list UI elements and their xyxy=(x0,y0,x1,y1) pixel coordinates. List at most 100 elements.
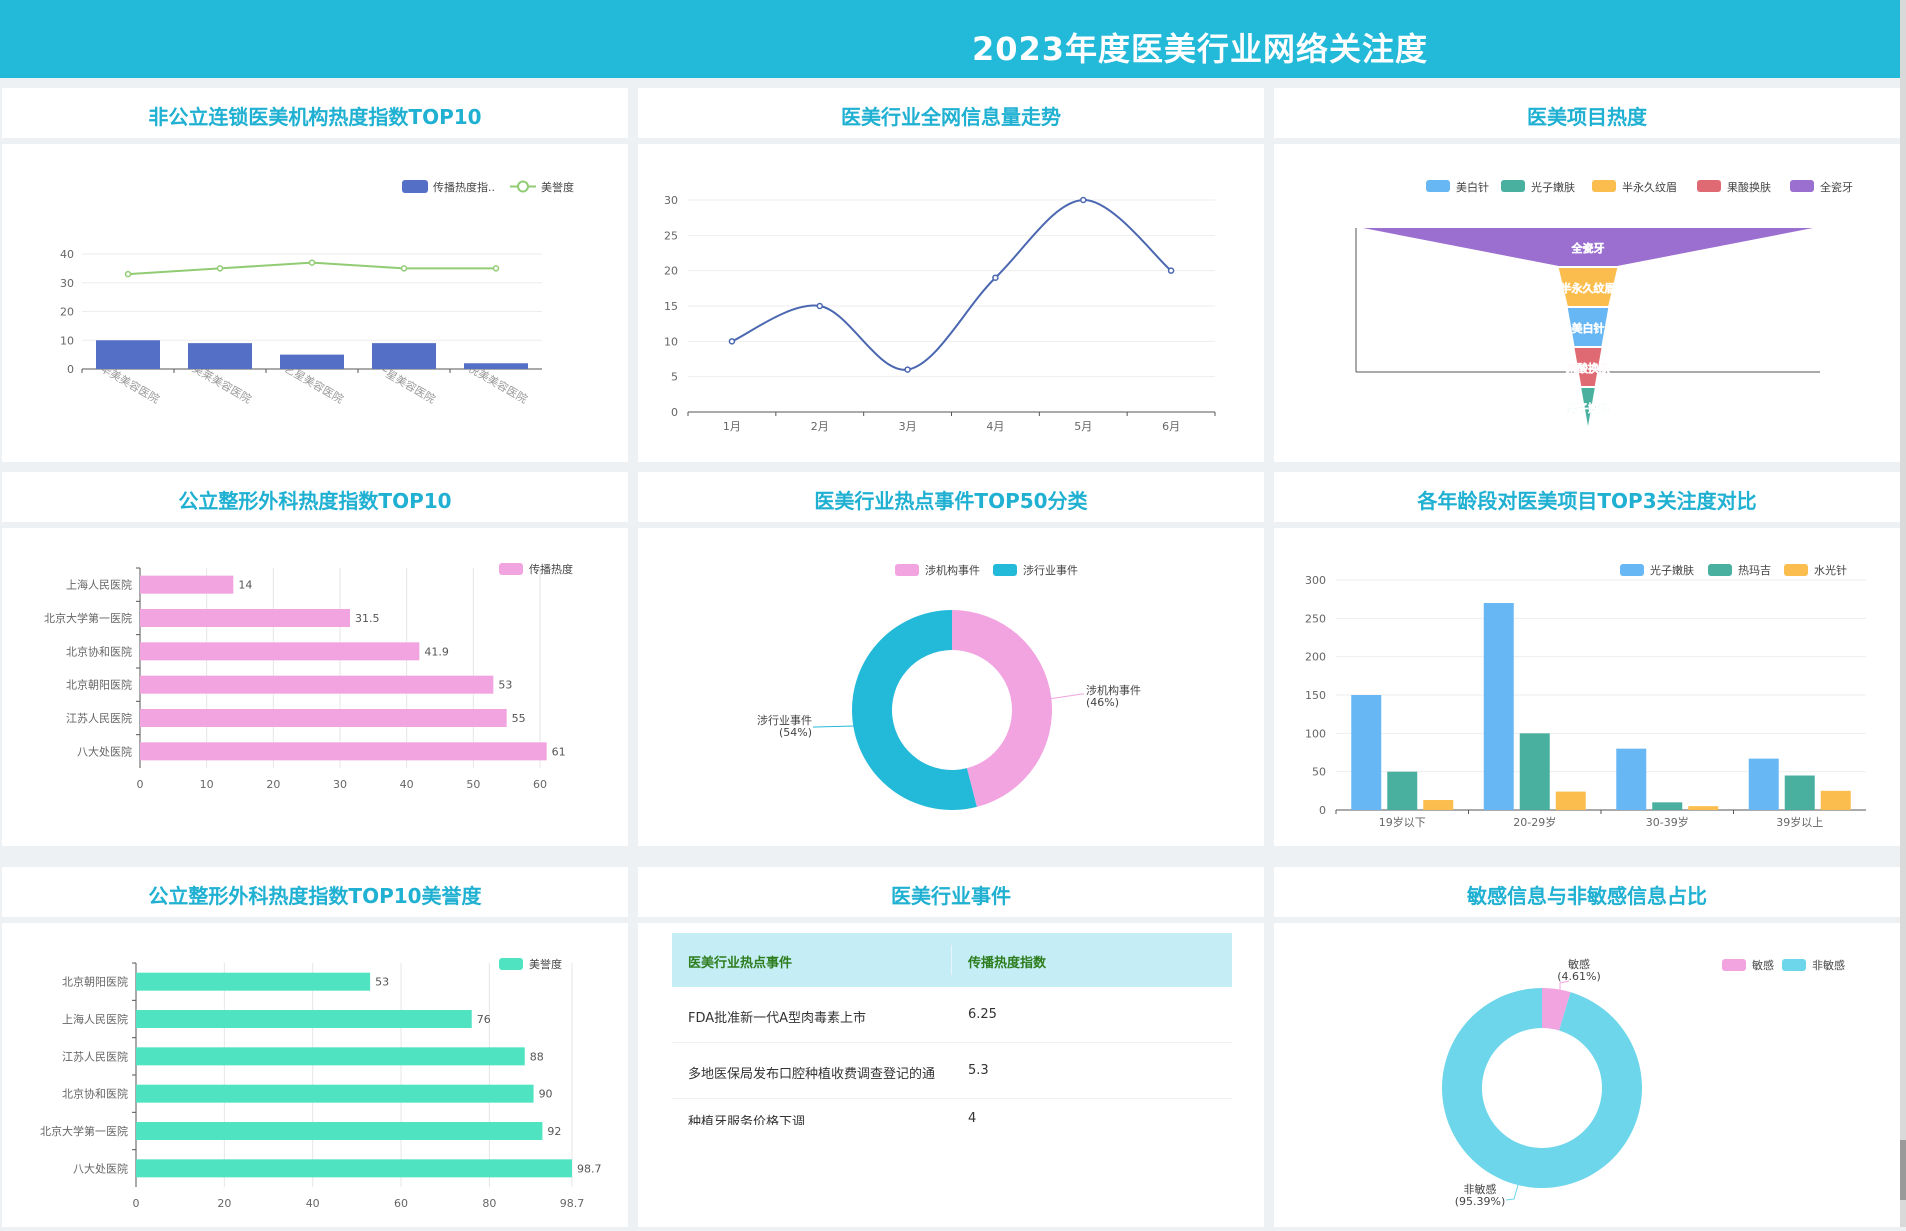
scrollbar-thumb[interactable] xyxy=(1900,1140,1906,1200)
x-tick-label: 30 xyxy=(333,778,347,791)
x-tick-label: 60 xyxy=(533,778,547,791)
chart-panel-public-heat: 0 10 20 30 40 50 60 上海人民医院 14 北京大学第一医院 31.5 北京协和医院 4… xyxy=(2,528,628,846)
y-tick-label: 八大处医院 xyxy=(77,744,132,758)
legend-swatch xyxy=(517,180,529,193)
event-name: 种植牙服务价格下调 xyxy=(688,1115,806,1125)
bar xyxy=(280,354,344,369)
line-point xyxy=(904,366,911,373)
legend-label: 传播热度指.. xyxy=(433,180,495,194)
legend-swatch xyxy=(1592,180,1616,192)
chart-panel-sensitive-ratio: 敏感 非敏感 敏感 (4.61%) 非敏感 (95.39%) xyxy=(1274,923,1900,1227)
slice-label: 涉行业事件 xyxy=(757,713,812,727)
x-tick-label: 1月 xyxy=(723,420,741,433)
panel-heading-8: 医美行业事件 xyxy=(638,867,1264,917)
x-tick-label: 2月 xyxy=(811,420,829,433)
data-label: 14 xyxy=(238,579,252,592)
vertical-scrollbar[interactable] xyxy=(1900,0,1906,1227)
x-tick-label: 4月 xyxy=(986,420,1004,433)
bar xyxy=(1351,695,1382,810)
panel-heading-4: 公立整形外科热度指数TOP10 xyxy=(2,472,628,522)
panel-heading-9: 敏感信息与非敏感信息占比 xyxy=(1274,867,1900,917)
legend-label: 美白针 xyxy=(1456,180,1489,194)
bar xyxy=(1616,748,1647,810)
y-tick-label: 20 xyxy=(60,306,74,319)
bar xyxy=(1688,806,1719,810)
label-leader xyxy=(813,725,855,728)
bar xyxy=(140,742,547,761)
funnel-label: 全瓷牙 xyxy=(1571,241,1605,255)
legend-label: 半永久纹眉 xyxy=(1622,180,1677,194)
data-label: 41.9 xyxy=(424,645,449,658)
legend-label: 涉机构事件 xyxy=(925,563,980,577)
chart-public-heat: 0 10 20 30 40 50 60 上海人民医院 14 北京大学第一医院 31.5 北京协和医院 4… xyxy=(44,562,573,791)
x-tick-label: 10 xyxy=(200,778,214,791)
bar xyxy=(1423,800,1454,810)
bar xyxy=(136,1159,572,1178)
table-row[interactable]: 种植牙服务价格下调 4 xyxy=(672,1099,1232,1125)
panel-heading-3: 医美项目热度 xyxy=(1274,88,1900,138)
line-point xyxy=(216,265,224,272)
bar xyxy=(1387,771,1418,810)
panel-title: 医美行业事件 xyxy=(891,884,1011,908)
legend-label: 美誉度 xyxy=(529,957,562,971)
panel-title: 医美行业全网信息量走势 xyxy=(841,105,1061,129)
event-name: FDA批准新一代A型肉毒素上市 xyxy=(688,1011,867,1026)
event-index: 6.25 xyxy=(968,1007,997,1022)
panel-heading-1: 非公立连锁医美机构热度指数TOP10 xyxy=(2,88,628,138)
bar xyxy=(1748,758,1779,810)
x-tick-label: 60 xyxy=(394,1197,408,1210)
header-bar: 2023年度医美行业网络关注度 xyxy=(0,0,1900,78)
bar xyxy=(140,675,494,694)
funnel-label: 果酸换肤 xyxy=(1565,361,1611,375)
x-tick-label: 6月 xyxy=(1162,420,1180,433)
legend-label: 非敏感 xyxy=(1812,958,1845,972)
bar xyxy=(96,340,160,369)
legend-swatch xyxy=(1708,564,1732,576)
y-tick-label: 50 xyxy=(1312,766,1326,779)
table-row[interactable]: FDA批准新一代A型肉毒素上市 6.25 xyxy=(672,987,1232,1043)
y-tick-label: 0 xyxy=(1319,804,1326,817)
legend-swatch xyxy=(402,180,428,193)
pie-slice xyxy=(1442,988,1642,1188)
panel-title: 医美项目热度 xyxy=(1527,105,1647,129)
y-tick-label: 20 xyxy=(664,265,678,278)
x-tick-label: 50 xyxy=(466,778,480,791)
slice-percent: (95.39%) xyxy=(1455,1195,1506,1208)
line-point xyxy=(992,274,999,281)
bar xyxy=(136,1122,543,1140)
legend-swatch xyxy=(1784,564,1808,576)
chart-project-heat: 美白针 光子嫩肤 半永久纹眉 果酸换肤 全瓷牙全瓷牙半永久纹眉美白针果酸换肤光子嫩肤 xyxy=(1355,180,1853,426)
panel-title: 敏感信息与非敏感信息占比 xyxy=(1467,884,1707,908)
data-label: 53 xyxy=(498,679,512,692)
y-tick-label: 15 xyxy=(664,300,678,313)
table-row[interactable]: 多地医保局发布口腔种植收费调查登记的通 5.3 xyxy=(672,1043,1232,1099)
y-tick-label: 10 xyxy=(60,334,74,347)
bar xyxy=(372,343,436,369)
chart-panel-info-trend: 0 5 10 15 20 25 30 1月 2月 3月 4月 5月 6月 xyxy=(638,144,1264,462)
line-point xyxy=(816,302,823,310)
legend-swatch xyxy=(1697,180,1721,192)
chart-public-reputation: 0 20 40 60 80 98.7 北京朝阳医院 53 上海人民医院 76 江苏人民医院 88 北京协… xyxy=(40,957,602,1210)
slice-percent: (4.61%) xyxy=(1557,970,1601,983)
column-divider xyxy=(951,945,952,975)
legend-label: 果酸换肤 xyxy=(1727,180,1771,194)
x-tick-label: 0 xyxy=(137,778,144,791)
legend-label: 热玛吉 xyxy=(1738,564,1771,577)
y-tick-label: 150 xyxy=(1305,689,1326,702)
legend-label: 全瓷牙 xyxy=(1820,180,1853,194)
y-tick-label: 上海人民医院 xyxy=(62,1012,128,1026)
x-tick-label: 3月 xyxy=(899,420,917,433)
bar xyxy=(136,1084,534,1103)
legend-label: 水光针 xyxy=(1814,563,1847,577)
y-tick-label: 0 xyxy=(67,363,74,376)
chart-panel-age-compare: 0 50 100 150 200 250 300 19岁以下 20-29岁 30-39岁 39岁以上… xyxy=(1274,528,1900,846)
legend-label: 传播热度 xyxy=(529,562,573,576)
bar xyxy=(1820,790,1851,810)
data-label: 55 xyxy=(512,712,526,725)
x-tick-label: 20-29岁 xyxy=(1513,815,1556,829)
slice-percent: (54%) xyxy=(779,726,812,739)
panel-heading-7: 公立整形外科热度指数TOP10美誉度 xyxy=(2,867,628,917)
bar xyxy=(140,609,350,627)
table-panel-events: 医美行业热点事件 传播热度指数 FDA批准新一代A型肉毒素上市 6.25 多地医… xyxy=(638,923,1264,1227)
y-tick-label: 0 xyxy=(671,406,678,419)
